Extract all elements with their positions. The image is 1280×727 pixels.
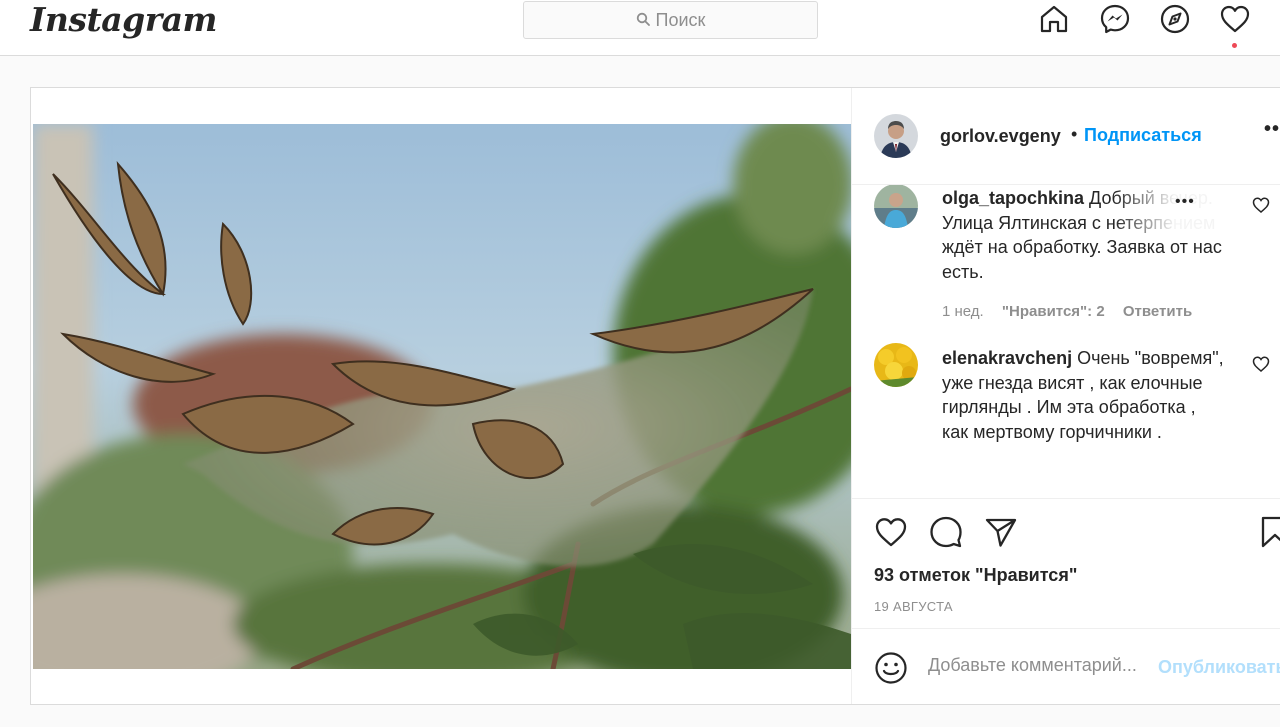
save-bookmark-icon[interactable] bbox=[1258, 515, 1280, 549]
author-username[interactable]: gorlov.evgeny bbox=[940, 126, 1061, 147]
notification-dot bbox=[1232, 43, 1237, 48]
comment-meta: 1 нед. "Нравится": 2 Ответить bbox=[942, 303, 1206, 320]
instagram-logo[interactable]: Instagram bbox=[30, 0, 217, 39]
activity-heart-icon[interactable] bbox=[1219, 3, 1251, 35]
search-box[interactable]: Поиск bbox=[523, 1, 818, 39]
comment-username[interactable]: elenakravchenj bbox=[942, 348, 1072, 368]
comment-likes-count[interactable]: "Нравится": 2 bbox=[1002, 303, 1105, 320]
top-navigation: Instagram Поиск bbox=[0, 0, 1280, 56]
comment-like-heart-icon[interactable] bbox=[1252, 196, 1270, 214]
post-media-area bbox=[31, 88, 851, 704]
publish-button[interactable]: Опубликовать bbox=[1158, 657, 1280, 678]
post-actions: 93 отметок "Нравится" 19 АВГУСТА bbox=[852, 498, 1280, 628]
search-placeholder: Поиск bbox=[655, 9, 706, 30]
comment-more-icon[interactable]: ••• bbox=[1175, 193, 1195, 211]
messenger-icon[interactable] bbox=[1099, 3, 1131, 35]
follow-button[interactable]: Подписаться bbox=[1084, 125, 1202, 146]
comment-text: elenakravchenj Очень "вовремя", уже гнез… bbox=[942, 346, 1224, 444]
comments-list: olga_tapochkina Добрый вечер. Улица Ялти… bbox=[852, 185, 1280, 498]
post-date[interactable]: 19 АВГУСТА bbox=[874, 599, 953, 614]
share-send-icon[interactable] bbox=[984, 515, 1018, 549]
author-avatar[interactable] bbox=[874, 114, 918, 158]
post-sidebar: gorlov.evgeny • Подписаться •• olga_tapo… bbox=[851, 88, 1280, 704]
comment-time[interactable]: 1 нед. bbox=[942, 303, 984, 320]
post-card: gorlov.evgeny • Подписаться •• olga_tapo… bbox=[30, 87, 1280, 705]
explore-icon[interactable] bbox=[1159, 3, 1191, 35]
like-heart-icon[interactable] bbox=[874, 515, 908, 549]
home-icon[interactable] bbox=[1038, 3, 1070, 35]
emoji-icon[interactable] bbox=[874, 651, 908, 685]
reply-button[interactable]: Ответить bbox=[1123, 303, 1192, 320]
comment-username[interactable]: olga_tapochkina bbox=[942, 188, 1084, 208]
comment-bubble-icon[interactable] bbox=[929, 515, 963, 549]
post-photo[interactable] bbox=[33, 124, 851, 669]
commenter-avatar[interactable] bbox=[874, 185, 918, 228]
more-overlay bbox=[1114, 185, 1224, 237]
likes-count[interactable]: 93 отметок "Нравится" bbox=[874, 565, 1077, 586]
header-separator: • bbox=[1071, 124, 1078, 144]
comment-input[interactable] bbox=[928, 655, 1178, 676]
more-options-icon[interactable]: •• bbox=[1264, 118, 1280, 141]
post-header: gorlov.evgeny • Подписаться •• bbox=[852, 88, 1280, 185]
commenter-avatar[interactable] bbox=[874, 343, 918, 387]
search-icon bbox=[636, 10, 650, 31]
comment-like-heart-icon[interactable] bbox=[1252, 355, 1270, 373]
add-comment-bar: Опубликовать bbox=[852, 628, 1280, 704]
